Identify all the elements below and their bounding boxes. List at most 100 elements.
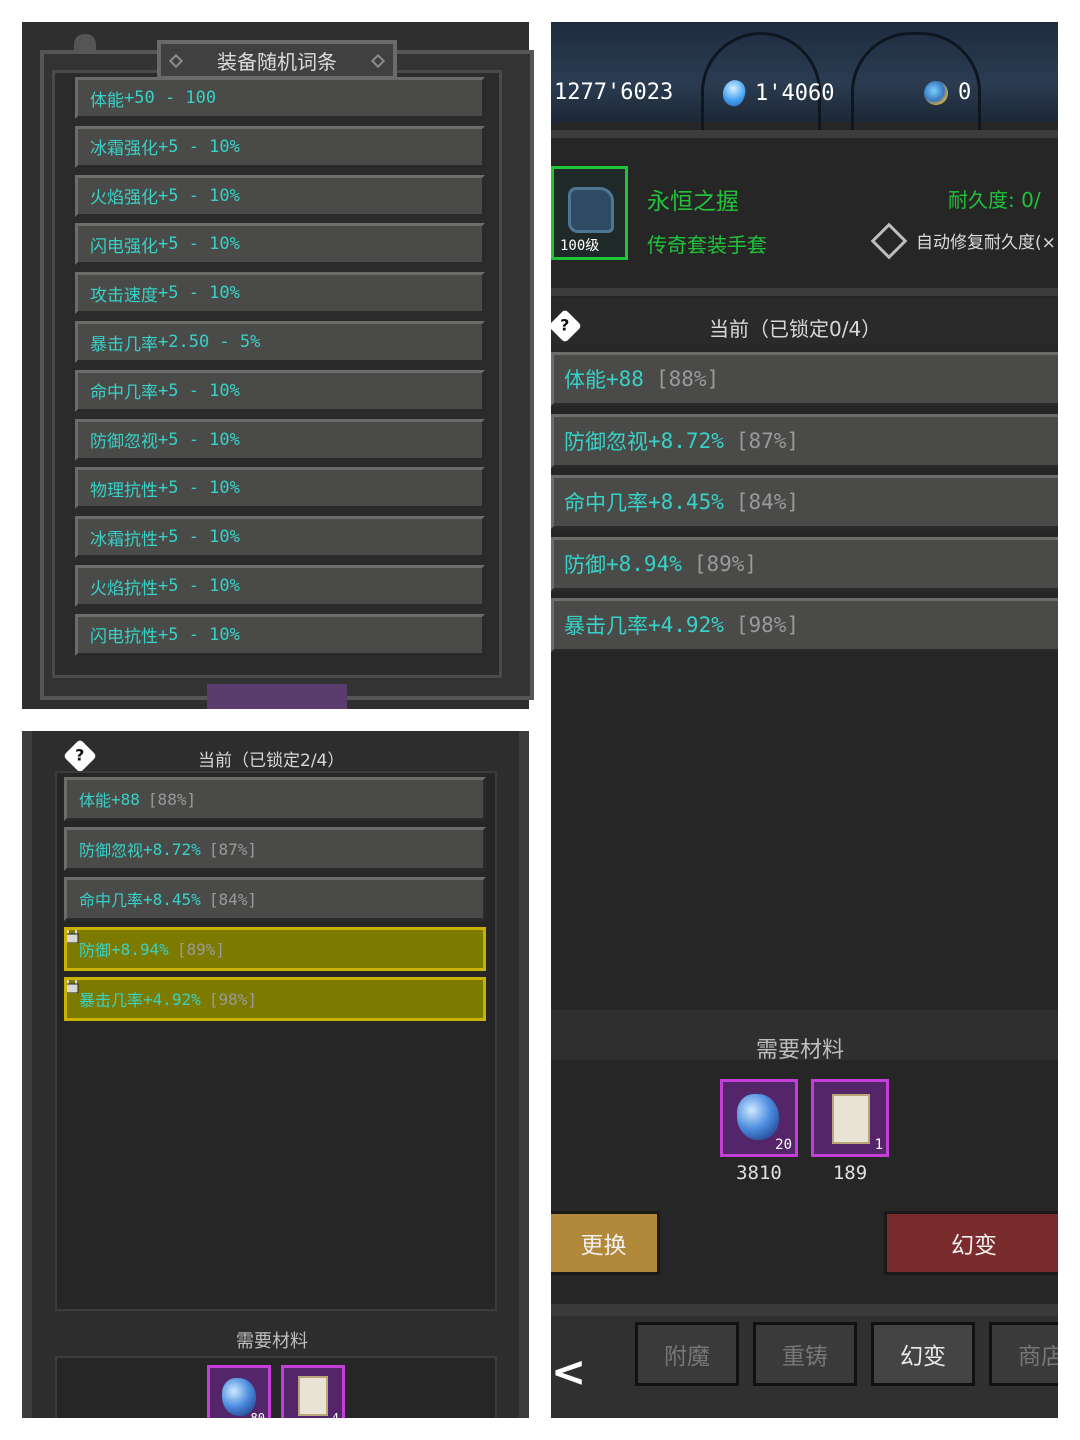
item-name: 永恒之握 bbox=[647, 189, 739, 215]
material-slot-gem[interactable]: 20 bbox=[720, 1079, 798, 1157]
affix-row[interactable]: 命中几率 +8.45% [84%] bbox=[551, 475, 1058, 529]
affix-row[interactable]: 防御忽视 +8.72% [87%] bbox=[551, 413, 1058, 468]
tab-enchant[interactable]: 附魔 bbox=[635, 1322, 739, 1386]
affix-range: +5 - 10% bbox=[158, 429, 240, 450]
affix-row[interactable]: 闪电强化 +5 - 10% bbox=[75, 223, 485, 266]
affix-range: +5 - 10% bbox=[158, 527, 240, 548]
affix-value: +88 bbox=[111, 789, 140, 809]
item-type: 传奇套装手套 bbox=[647, 233, 767, 257]
replace-button[interactable]: 更换 bbox=[551, 1211, 660, 1275]
affix-row[interactable]: 暴击几率 +4.92% [98%] bbox=[551, 598, 1058, 652]
affix-name: 命中几率 bbox=[79, 891, 144, 910]
affix-value: +8.72% bbox=[648, 428, 724, 453]
coin-counter: 0 bbox=[924, 80, 971, 105]
coin-value: 0 bbox=[958, 80, 972, 105]
affix-name: 攻击速度 bbox=[90, 285, 158, 306]
affix-name: 暴击几率 bbox=[79, 991, 144, 1010]
affix-name: 闪电强化 bbox=[90, 236, 158, 257]
diamond-ornament-icon bbox=[168, 53, 184, 69]
affix-value: +4.92% bbox=[648, 613, 724, 637]
affix-name: 冰霜抗性 bbox=[90, 529, 158, 550]
auto-repair-checkbox[interactable] bbox=[870, 222, 908, 260]
affix-name: 冰霜强化 bbox=[90, 139, 158, 160]
affix-roll-percent: [88%] bbox=[147, 789, 197, 809]
affix-roll-percent: [84%] bbox=[735, 490, 800, 514]
affix-row[interactable]: 闪电抗性 +5 - 10% bbox=[75, 613, 485, 656]
gem-currency-icon bbox=[719, 77, 749, 109]
affix-value: +8.94% bbox=[111, 939, 169, 959]
current-locked-title: 当前（已锁定2/4） bbox=[198, 751, 345, 771]
tab-transmog[interactable]: 幻变 bbox=[871, 1322, 975, 1386]
affix-row[interactable]: 防御 +8.94% [89%] bbox=[551, 536, 1058, 591]
affix-row[interactable]: 体能 +50 - 100 bbox=[75, 77, 485, 119]
affix-row[interactable]: 体能 +88 [88%] bbox=[64, 777, 486, 821]
affix-range: +5 - 10% bbox=[158, 576, 240, 596]
affix-name: 防御忽视 bbox=[90, 432, 158, 453]
lock-icon[interactable] bbox=[67, 930, 79, 944]
affix-title-text: 装备随机词条 bbox=[217, 49, 337, 74]
divider bbox=[551, 130, 1058, 138]
background-item-deco bbox=[207, 684, 347, 709]
back-arrow-icon[interactable]: < bbox=[551, 1347, 586, 1396]
affix-name: 防御忽视 bbox=[564, 429, 648, 454]
affix-row[interactable]: 冰霜强化 +5 - 10% bbox=[75, 125, 485, 168]
affix-roll-percent: [98%] bbox=[735, 613, 800, 637]
affix-name: 闪电抗性 bbox=[90, 627, 158, 648]
gold-value: 1277'6023 bbox=[554, 80, 674, 105]
affix-name: 火焰抗性 bbox=[90, 578, 158, 599]
affix-range: +5 - 10% bbox=[158, 283, 240, 304]
coin-currency-icon bbox=[924, 80, 948, 105]
current-title: 当前（已锁定0/4） bbox=[709, 317, 882, 341]
gem-value: 1'4060 bbox=[755, 80, 835, 106]
gem-counter: 1'4060 bbox=[719, 77, 835, 109]
lock-icon[interactable] bbox=[67, 980, 79, 994]
locked-affix-row[interactable]: 暴击几率 +4.92% [98%] bbox=[64, 977, 486, 1021]
affix-panel-title: 装备随机词条 bbox=[157, 40, 397, 80]
affix-list[interactable]: 体能 +50 - 100 冰霜强化 +5 - 10% 火焰强化 +5 - 10% 闪电强化 +… bbox=[52, 70, 502, 678]
affix-row[interactable]: 体能 +88 [88%] bbox=[551, 352, 1058, 406]
affix-row[interactable]: 命中几率 +5 - 10% bbox=[75, 369, 485, 412]
affix-name: 体能 bbox=[90, 90, 124, 111]
tab-reforge[interactable]: 重铸 bbox=[753, 1322, 857, 1386]
material-slot-scroll[interactable]: 4 bbox=[281, 1365, 345, 1418]
material-count: 20 bbox=[775, 1137, 792, 1153]
affix-roll-percent: [89%] bbox=[693, 551, 758, 576]
gauntlet-icon bbox=[568, 187, 614, 233]
material-slot-gem[interactable]: 80 bbox=[207, 1365, 271, 1418]
material-slot-scroll[interactable]: 1 bbox=[811, 1079, 889, 1157]
auto-repair-label: 自动修复耐久度(× bbox=[916, 233, 1056, 253]
material-count: 4 bbox=[331, 1411, 339, 1418]
item-slot[interactable]: 100级 bbox=[551, 166, 628, 260]
affix-value: +8.45% bbox=[648, 490, 724, 514]
affix-roll-percent: [98%] bbox=[208, 989, 257, 1009]
crystal-gem-icon bbox=[737, 1094, 779, 1140]
affix-row[interactable]: 防御忽视 +8.72% [87%] bbox=[64, 827, 486, 871]
affix-row[interactable]: 物理抗性 +5 - 10% bbox=[75, 467, 485, 510]
tab-shop[interactable]: 商店 bbox=[989, 1322, 1058, 1386]
transmog-button[interactable]: 幻变 bbox=[884, 1211, 1058, 1275]
affix-row[interactable]: 冰霜抗性 +5 - 10% bbox=[75, 516, 485, 559]
affix-row[interactable]: 火焰抗性 +5 - 10% bbox=[75, 565, 485, 607]
divider bbox=[551, 1304, 1058, 1316]
affix-row[interactable]: 暴击几率 +2.50 - 5% bbox=[75, 321, 485, 363]
locked-affix-panel: ? 当前（已锁定2/4） 体能 +88 [88%] 防御忽视 +8.72% [87%] 命中… bbox=[22, 731, 529, 1418]
affix-name: 防御 bbox=[79, 941, 112, 960]
affix-value: +88 bbox=[606, 367, 644, 391]
affix-name: 火焰强化 bbox=[90, 188, 158, 209]
affix-row[interactable]: 命中几率 +8.45% [84%] bbox=[64, 877, 486, 921]
left-border bbox=[22, 731, 32, 1418]
affix-range: +5 - 10% bbox=[158, 380, 240, 401]
affix-value: +8.45% bbox=[143, 889, 201, 909]
affix-row[interactable]: 火焰强化 +5 - 10% bbox=[75, 174, 485, 217]
diamond-ornament-icon bbox=[370, 53, 386, 69]
affix-value: +8.72% bbox=[143, 839, 201, 859]
affix-row[interactable]: 防御忽视 +5 - 10% bbox=[75, 418, 485, 461]
affix-name: 防御忽视 bbox=[79, 841, 144, 860]
locked-affix-row[interactable]: 防御 +8.94% [89%] bbox=[64, 927, 486, 971]
material-owned: 3810 bbox=[736, 1162, 782, 1184]
affix-name: 暴击几率 bbox=[90, 334, 158, 355]
affix-row[interactable]: 攻击速度 +5 - 10% bbox=[75, 272, 485, 315]
question-icon[interactable]: ? bbox=[63, 739, 97, 773]
affix-range: +5 - 10% bbox=[158, 136, 240, 157]
affix-roll-percent: [84%] bbox=[208, 889, 257, 909]
